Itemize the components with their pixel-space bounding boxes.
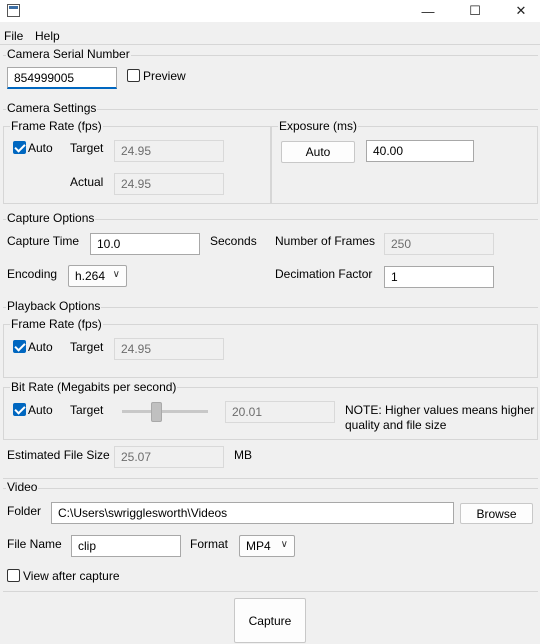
number-of-frames-input[interactable]: 250 bbox=[384, 233, 494, 255]
menu-file[interactable]: File bbox=[4, 29, 23, 43]
bit-rate-target-label: Target bbox=[70, 403, 104, 417]
playback-fr-auto-checkbox[interactable] bbox=[13, 340, 26, 353]
exposure-input[interactable]: 40.00 bbox=[366, 140, 474, 162]
folder-label: Folder bbox=[7, 504, 42, 518]
chevron-down-icon: ∨ bbox=[280, 539, 288, 550]
menu-help[interactable]: Help bbox=[35, 29, 60, 43]
file-name-input[interactable]: clip bbox=[71, 535, 181, 557]
camera-fr-actual-label: Actual bbox=[70, 175, 104, 189]
video-section-line bbox=[3, 488, 538, 489]
playback-bottom-line bbox=[3, 478, 538, 479]
camera-fr-auto-label: Auto bbox=[28, 141, 53, 155]
video-section-title: Video bbox=[6, 480, 39, 494]
encoding-value: h.264 bbox=[75, 269, 106, 283]
menu-divider bbox=[0, 44, 540, 45]
playback-frame-rate-title: Frame Rate (fps) bbox=[10, 317, 103, 331]
capture-time-label: Capture Time bbox=[7, 234, 80, 248]
close-button[interactable]: ✕ bbox=[498, 0, 540, 22]
camera-fr-target-label: Target bbox=[70, 141, 104, 155]
camera-fr-auto-checkbox[interactable] bbox=[13, 141, 26, 154]
format-value: MP4 bbox=[246, 539, 271, 553]
bit-rate-slider-track[interactable] bbox=[122, 410, 208, 413]
file-size-input[interactable]: 25.07 bbox=[114, 446, 224, 468]
capture-options-title: Capture Options bbox=[6, 211, 96, 225]
title-bar: — ☐ ✕ bbox=[0, 0, 540, 22]
view-after-label: View after capture bbox=[23, 569, 120, 583]
camera-fr-actual-input[interactable]: 24.95 bbox=[114, 173, 224, 195]
app-icon bbox=[7, 4, 20, 17]
encoding-label: Encoding bbox=[7, 267, 58, 281]
view-after-checkbox[interactable] bbox=[7, 569, 20, 582]
decimation-input[interactable]: 1 bbox=[384, 266, 494, 288]
capture-time-input[interactable]: 10.0 bbox=[90, 233, 200, 255]
encoding-select[interactable]: h.264 ∨ bbox=[68, 265, 127, 287]
bit-rate-value-input[interactable]: 20.01 bbox=[225, 401, 335, 423]
camera-settings-title: Camera Settings bbox=[6, 101, 98, 115]
exposure-auto-button[interactable]: Auto bbox=[281, 141, 355, 163]
decimation-label: Decimation Factor bbox=[275, 267, 373, 281]
video-bottom-line bbox=[3, 591, 538, 592]
bit-rate-slider-thumb[interactable] bbox=[151, 402, 162, 422]
exposure-title: Exposure (ms) bbox=[278, 119, 359, 133]
capture-button[interactable]: Capture bbox=[234, 598, 306, 643]
format-select[interactable]: MP4 ∨ bbox=[239, 535, 295, 557]
serial-section-title: Camera Serial Number bbox=[6, 47, 131, 61]
chevron-down-icon: ∨ bbox=[112, 269, 120, 280]
file-name-label: File Name bbox=[7, 537, 62, 551]
bit-rate-title: Bit Rate (Megabits per second) bbox=[10, 380, 178, 394]
browse-button[interactable]: Browse bbox=[460, 503, 533, 524]
preview-label: Preview bbox=[143, 69, 186, 83]
camera-frame-rate-title: Frame Rate (fps) bbox=[10, 119, 103, 133]
exposure-group bbox=[271, 126, 538, 204]
camera-fr-target-input[interactable]: 24.95 bbox=[114, 140, 224, 162]
file-size-unit: MB bbox=[234, 448, 252, 462]
folder-input[interactable]: C:\Users\swrigglesworth\Videos bbox=[51, 502, 454, 524]
maximize-button[interactable]: ☐ bbox=[452, 0, 498, 22]
serial-number-input[interactable]: 854999005 bbox=[7, 67, 117, 89]
format-label: Format bbox=[190, 537, 229, 551]
file-size-label: Estimated File Size bbox=[7, 448, 110, 462]
playback-fr-auto-label: Auto bbox=[28, 340, 53, 354]
menu-bar: File Help bbox=[0, 27, 540, 45]
playback-options-title: Playback Options bbox=[6, 299, 102, 313]
number-of-frames-label: Number of Frames bbox=[275, 234, 376, 248]
seconds-label: Seconds bbox=[210, 234, 257, 248]
minimize-button[interactable]: — bbox=[405, 0, 451, 22]
playback-fr-target-input[interactable]: 24.95 bbox=[114, 338, 224, 360]
preview-checkbox[interactable] bbox=[127, 69, 140, 82]
bit-rate-note-line2: quality and file size bbox=[345, 418, 447, 432]
bit-rate-note-line1: NOTE: Higher values means higher bbox=[345, 403, 535, 417]
bit-rate-auto-checkbox[interactable] bbox=[13, 403, 26, 416]
bit-rate-auto-label: Auto bbox=[28, 403, 53, 417]
playback-fr-target-label: Target bbox=[70, 340, 104, 354]
